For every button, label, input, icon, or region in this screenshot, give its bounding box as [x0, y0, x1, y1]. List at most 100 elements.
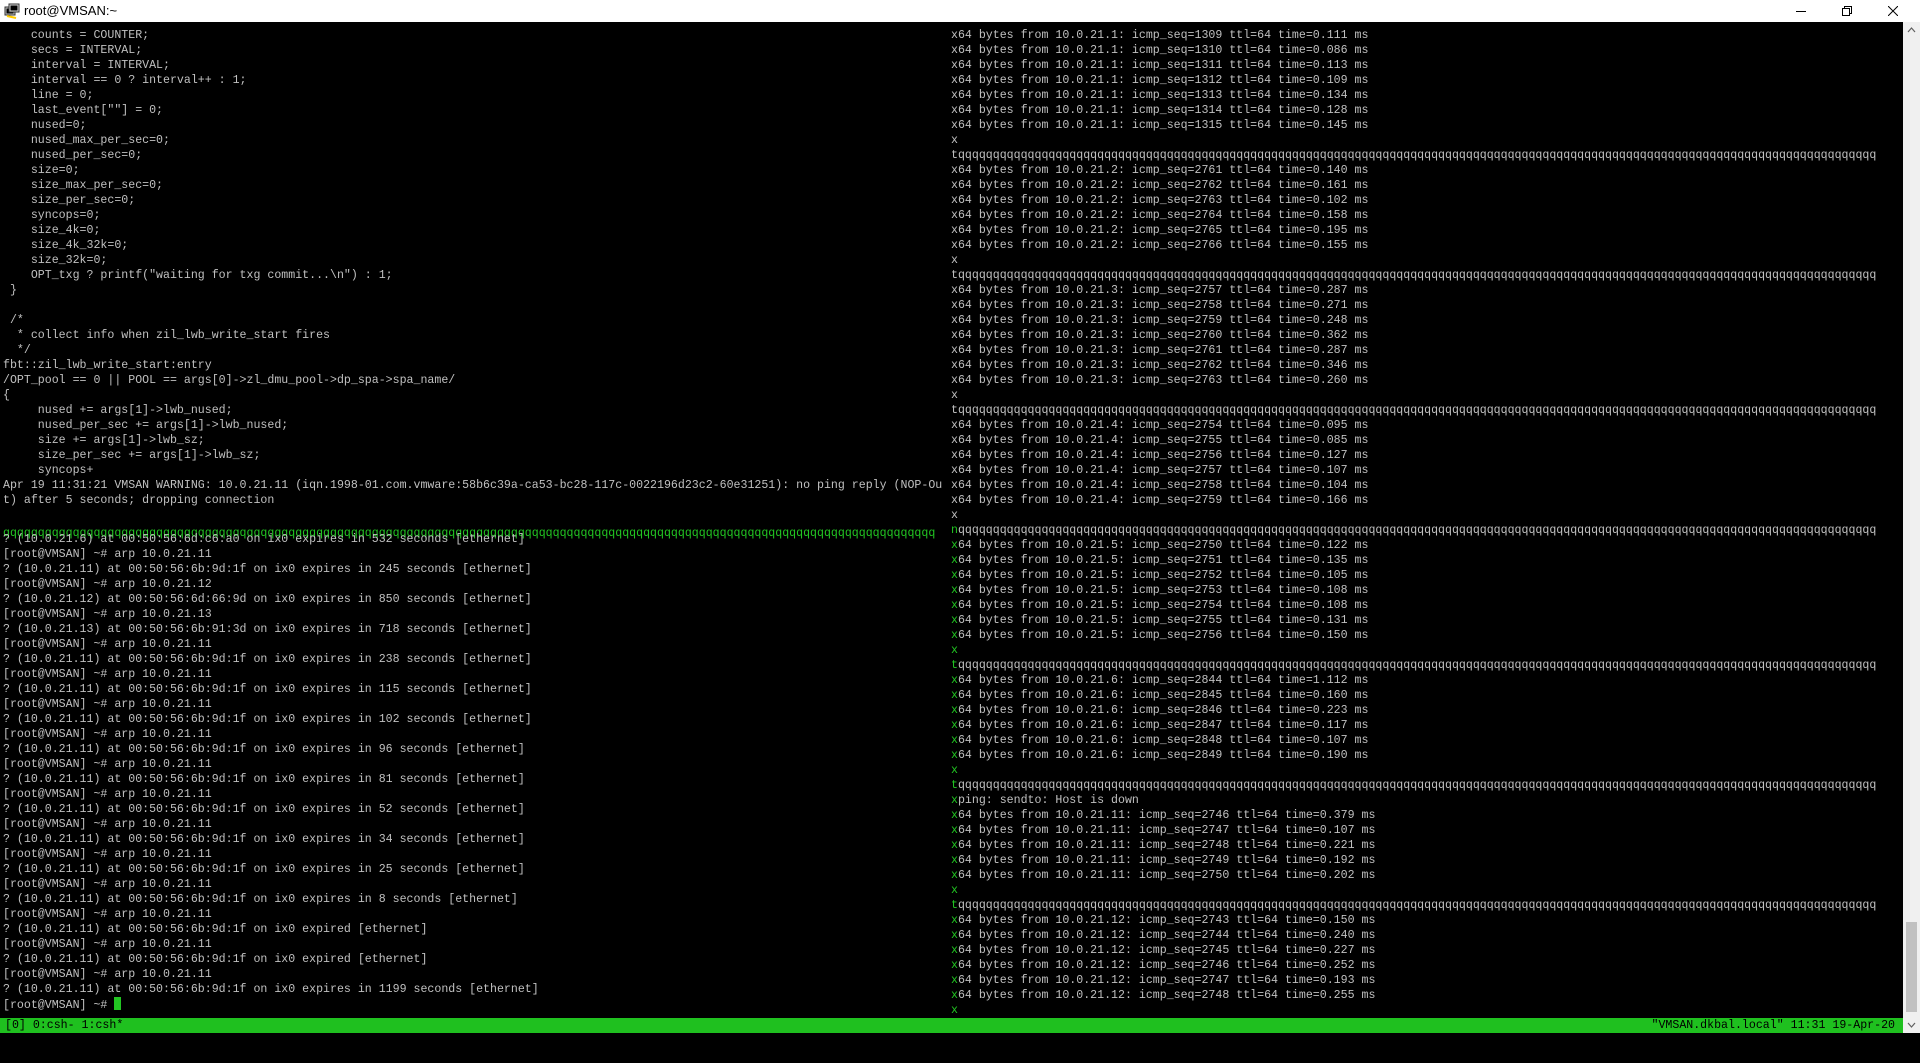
restore-icon — [1842, 6, 1852, 16]
pane-border-char: x — [951, 719, 958, 732]
line-text: ping: sendto: Host is down — [957, 794, 1139, 807]
line-text: 64 bytes from 10.0.21.1: icmp_seq=1310 t… — [957, 44, 1369, 57]
line-text: 64 bytes from 10.0.21.5: icmp_seq=2756 t… — [957, 629, 1369, 642]
pane-border-char: x — [951, 164, 958, 177]
tmux-window-list[interactable]: [0] 0:csh- 1:csh* — [5, 1018, 123, 1033]
terminal-line: size_max_per_sec=0; — [3, 179, 164, 192]
line-text: qqqqqqqqqqqqqqqqqqqqqqqqqqqqqqqqqqqqqqqq… — [957, 899, 1877, 912]
ping-output-line: x64 bytes from 10.0.21.1: icmp_seq=1310 … — [951, 43, 1903, 58]
putty-terminal-icon[interactable] — [4, 3, 20, 19]
terminal-line: [root@VMSAN] ~# arp 10.0.21.11 — [3, 968, 212, 981]
ping-output-line: x — [951, 1003, 1903, 1018]
ping-output-line: x — [951, 253, 1903, 268]
tmux-pane-arp-shell[interactable]: ? (10.0.21.6) at 00:50:56:6d:c6:a0 on ix… — [3, 532, 951, 1018]
tmux-pane-dtrace-script[interactable]: counts = COUNTER; secs = INTERVAL; inter… — [3, 28, 951, 532]
terminal-line: ? (10.0.21.6) at 00:50:56:6d:c6:a0 on ix… — [3, 533, 525, 546]
terminal-line: secs = INTERVAL; — [3, 44, 143, 57]
line-text: 64 bytes from 10.0.21.6: icmp_seq=2848 t… — [957, 734, 1369, 747]
terminal-line: OPT_txg ? printf("waiting for txg commit… — [3, 269, 393, 282]
pane-border-char: x — [951, 974, 958, 987]
ping-output-line: x64 bytes from 10.0.21.6: icmp_seq=2844 … — [951, 673, 1903, 688]
line-text: 64 bytes from 10.0.21.5: icmp_seq=2751 t… — [957, 554, 1369, 567]
terminal-line: [root@VMSAN] ~# arp 10.0.21.11 — [3, 908, 212, 921]
arrow-up-icon — [1907, 27, 1916, 33]
line-text: 64 bytes from 10.0.21.6: icmp_seq=2847 t… — [957, 719, 1369, 732]
pane-border-char: x — [951, 134, 958, 147]
line-text: 64 bytes from 10.0.21.12: icmp_seq=2743 … — [957, 914, 1376, 927]
line-text: 64 bytes from 10.0.21.3: icmp_seq=2758 t… — [957, 299, 1369, 312]
ping-output-line: x64 bytes from 10.0.21.5: icmp_seq=2751 … — [951, 553, 1903, 568]
maximize-button[interactable] — [1824, 0, 1870, 22]
ping-output-line: x — [951, 388, 1903, 403]
pane-border-char: x — [951, 1004, 958, 1017]
ping-output-line: x — [951, 508, 1903, 523]
ping-output-line: x64 bytes from 10.0.21.12: icmp_seq=2746… — [951, 958, 1903, 973]
terminal-line: [root@VMSAN] ~# arp 10.0.21.11 — [3, 698, 212, 711]
pane-border-char: t — [951, 269, 958, 282]
terminal-line: size_4k=0; — [3, 224, 101, 237]
window-title-bar[interactable]: root@VMSAN:~ — [0, 0, 1920, 22]
line-text: 64 bytes from 10.0.21.3: icmp_seq=2762 t… — [957, 359, 1369, 372]
terminal-line: nused=0; — [3, 119, 87, 132]
line-text: 64 bytes from 10.0.21.5: icmp_seq=2753 t… — [957, 584, 1369, 597]
terminal-line: fbt::zil_lwb_write_start:entry — [3, 359, 212, 372]
terminal-line: ? (10.0.21.11) at 00:50:56:6b:9d:1f on i… — [3, 743, 525, 756]
terminal-line: size_32k=0; — [3, 254, 108, 267]
line-text: 64 bytes from 10.0.21.3: icmp_seq=2757 t… — [957, 284, 1369, 297]
vertical-scrollbar[interactable] — [1903, 22, 1920, 1033]
pane-border-char: x — [951, 29, 958, 42]
scrollbar-thumb[interactable] — [1906, 922, 1917, 1012]
ping-output-line: tqqqqqqqqqqqqqqqqqqqqqqqqqqqqqqqqqqqqqqq… — [951, 778, 1903, 793]
pane-border-char: x — [951, 314, 958, 327]
pane-border-char: x — [951, 989, 958, 1002]
pane-border-char: x — [951, 944, 958, 957]
close-button[interactable] — [1870, 0, 1916, 22]
tmux-pane-ping-output[interactable]: x64 bytes from 10.0.21.1: icmp_seq=1309 … — [951, 28, 1903, 1018]
minimize-button[interactable] — [1778, 0, 1824, 22]
terminal-line: Apr 19 11:31:21 VMSAN WARNING: 10.0.21.1… — [3, 479, 943, 492]
terminal-line: ? (10.0.21.11) at 00:50:56:6b:9d:1f on i… — [3, 893, 518, 906]
close-icon — [1888, 6, 1898, 16]
ping-output-line: x64 bytes from 10.0.21.1: icmp_seq=1309 … — [951, 28, 1903, 43]
ping-output-line: nqqqqqqqqqqqqqqqqqqqqqqqqqqqqqqqqqqqqqqq… — [951, 523, 1903, 538]
pane-border-char: x — [951, 344, 958, 357]
line-text: qqqqqqqqqqqqqqqqqqqqqqqqqqqqqqqqqqqqqqqq… — [957, 149, 1877, 162]
ping-output-line: tqqqqqqqqqqqqqqqqqqqqqqqqqqqqqqqqqqqqqqq… — [951, 148, 1903, 163]
line-text: 64 bytes from 10.0.21.12: icmp_seq=2747 … — [957, 974, 1376, 987]
ping-output-line: x64 bytes from 10.0.21.2: icmp_seq=2762 … — [951, 178, 1903, 193]
ping-output-line: x64 bytes from 10.0.21.12: icmp_seq=2745… — [951, 943, 1903, 958]
ping-output-line: x64 bytes from 10.0.21.1: icmp_seq=1312 … — [951, 73, 1903, 88]
scroll-down-button[interactable] — [1903, 1016, 1920, 1033]
ping-output-line: x64 bytes from 10.0.21.2: icmp_seq=2766 … — [951, 238, 1903, 253]
ping-output-line: tqqqqqqqqqqqqqqqqqqqqqqqqqqqqqqqqqqqqqqq… — [951, 268, 1903, 283]
pane-border-char: x — [951, 194, 958, 207]
terminal-area[interactable]: counts = COUNTER; secs = INTERVAL; inter… — [0, 22, 1920, 1018]
ping-output-line: x64 bytes from 10.0.21.12: icmp_seq=2748… — [951, 988, 1903, 1003]
window-bottom-edge — [0, 1033, 1920, 1040]
line-text: qqqqqqqqqqqqqqqqqqqqqqqqqqqqqqqqqqqqqqqq… — [957, 404, 1877, 417]
scroll-up-button[interactable] — [1903, 22, 1920, 39]
pane-border-char: x — [951, 434, 958, 447]
arrow-down-icon — [1907, 1022, 1916, 1028]
terminal-line: line = 0; — [3, 89, 94, 102]
terminal-line: /* — [3, 314, 24, 327]
terminal-line: nused_per_sec=0; — [3, 149, 143, 162]
pane-border-char: x — [951, 674, 958, 687]
pane-border-char: x — [951, 464, 958, 477]
ping-output-line: x64 bytes from 10.0.21.2: icmp_seq=2763 … — [951, 193, 1903, 208]
ping-output-line: x64 bytes from 10.0.21.1: icmp_seq=1311 … — [951, 58, 1903, 73]
ping-output-line: x64 bytes from 10.0.21.5: icmp_seq=2750 … — [951, 538, 1903, 553]
pane-border-char: x — [951, 359, 958, 372]
line-text: 64 bytes from 10.0.21.3: icmp_seq=2759 t… — [957, 314, 1369, 327]
ping-output-line: x64 bytes from 10.0.21.12: icmp_seq=2743… — [951, 913, 1903, 928]
terminal-line: nused += args[1]->lwb_nused; — [3, 404, 233, 417]
terminal-line: [root@VMSAN] ~# arp 10.0.21.11 — [3, 548, 212, 561]
pane-border-char: x — [951, 74, 958, 87]
terminal-line: ? (10.0.21.13) at 00:50:56:6b:91:3d on i… — [3, 623, 532, 636]
terminal-line: ? (10.0.21.11) at 00:50:56:6b:9d:1f on i… — [3, 983, 539, 996]
pane-border-char: x — [951, 329, 958, 342]
ping-output-line: x64 bytes from 10.0.21.4: icmp_seq=2754 … — [951, 418, 1903, 433]
pane-border-char: x — [951, 509, 958, 522]
terminal-line: [root@VMSAN] ~# arp 10.0.21.11 — [3, 728, 212, 741]
pane-border-char: t — [951, 149, 958, 162]
